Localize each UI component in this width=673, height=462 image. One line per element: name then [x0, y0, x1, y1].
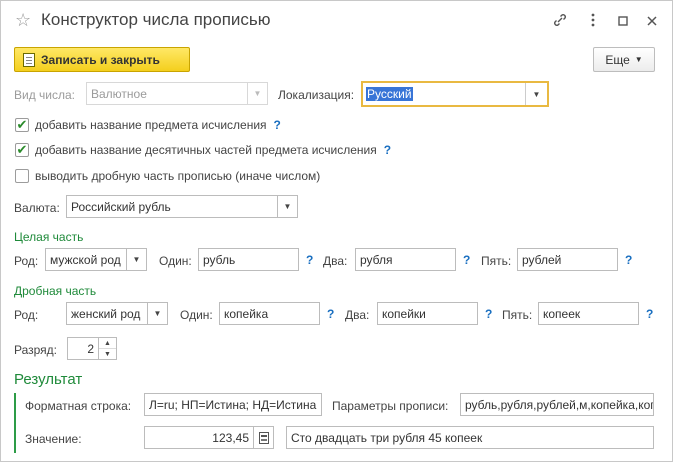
whole-gender-field[interactable]: мужской род — [45, 248, 127, 271]
value-label: Значение: — [25, 432, 82, 446]
star-icon[interactable]: ☆ — [15, 11, 31, 29]
checkbox-add-decimal-name[interactable]: ✔ — [15, 143, 29, 157]
more-label: Еще — [605, 52, 630, 67]
checkbox-add-subject-name[interactable]: ✔ — [15, 118, 29, 132]
whole-two-label: Два: — [323, 254, 348, 268]
close-icon[interactable] — [644, 13, 660, 29]
window-title: Конструктор числа прописью — [41, 10, 271, 29]
whole-part-heading: Целая часть — [14, 230, 84, 244]
chevron-down-icon: ▼ — [634, 55, 643, 64]
currency-field[interactable]: Российский рубль — [66, 195, 278, 218]
save-and-close-button[interactable]: Записать и закрыть — [14, 47, 190, 72]
more-button[interactable]: Еще ▼ — [593, 47, 655, 72]
fraction-five-label: Пять: — [502, 308, 533, 322]
calculator-icon[interactable] — [254, 426, 274, 449]
help-icon[interactable]: ? — [625, 253, 632, 267]
fraction-two-label: Два: — [345, 308, 370, 322]
digits-label: Разряд: — [14, 343, 58, 357]
localization-label: Локализация: — [278, 88, 355, 102]
whole-two-field[interactable]: рубля — [355, 248, 456, 271]
constructor-window: ☆ Конструктор числа прописью Записать и … — [0, 0, 673, 462]
fraction-two-field[interactable]: копейки — [377, 302, 478, 325]
help-icon[interactable]: ? — [306, 253, 313, 267]
stepper-up-icon[interactable]: ▲ — [99, 338, 116, 349]
whole-one-field[interactable]: рубль — [198, 248, 299, 271]
fraction-five-field[interactable]: копеек — [538, 302, 639, 325]
params-field[interactable]: рубль,рубля,рублей,м,копейка,копейки,коп… — [460, 393, 654, 416]
checkbox-fraction-in-words[interactable] — [15, 169, 29, 183]
localization-dropdown-icon[interactable]: ▼ — [525, 83, 547, 105]
fraction-part-heading: Дробная часть — [14, 284, 97, 298]
format-string-label: Форматная строка: — [25, 399, 132, 413]
fraction-gender-field[interactable]: женский род — [66, 302, 148, 325]
help-icon[interactable]: ? — [327, 307, 334, 321]
option-label: добавить название десятичных частей пред… — [35, 143, 377, 157]
fraction-one-label: Один: — [180, 308, 213, 322]
value-text-field[interactable]: Сто двадцать три рубля 45 копеек — [286, 426, 654, 449]
currency-dropdown-icon[interactable]: ▼ — [278, 195, 298, 218]
value-number-field[interactable]: 123,45 — [144, 426, 254, 449]
help-icon[interactable]: ? — [463, 253, 470, 267]
help-icon[interactable]: ? — [485, 307, 492, 321]
more-vertical-icon[interactable] — [585, 13, 601, 29]
help-icon[interactable]: ? — [384, 143, 391, 157]
title-bar: ☆ Конструктор числа прописью — [1, 1, 672, 41]
option-label: добавить название предмета исчисления — [35, 118, 267, 132]
whole-gender-label: Род: — [14, 254, 39, 268]
fraction-gender-dropdown-icon[interactable]: ▼ — [148, 302, 168, 325]
localization-field[interactable]: Русский ▼ — [361, 81, 549, 107]
help-icon[interactable]: ? — [274, 118, 281, 132]
result-heading: Результат — [14, 371, 83, 388]
number-type-field: Валютное — [86, 82, 248, 105]
option-row: выводить дробную часть прописью (иначе ч… — [15, 169, 320, 183]
format-string-field[interactable]: Л=ru; НП=Истина; НД=Истина — [144, 393, 322, 416]
fraction-gender-label: Род: — [14, 308, 39, 322]
whole-five-label: Пять: — [481, 254, 512, 268]
fraction-one-field[interactable]: копейка — [219, 302, 320, 325]
currency-label: Валюта: — [14, 201, 60, 215]
save-and-close-label: Записать и закрыть — [41, 52, 160, 67]
option-row: ✔ добавить название десятичных частей пр… — [15, 143, 391, 157]
option-row: ✔ добавить название предмета исчисления … — [15, 118, 281, 132]
digits-stepper[interactable]: ▲ ▼ — [99, 337, 117, 360]
maximize-icon[interactable] — [615, 13, 631, 29]
digits-field[interactable]: 2 — [67, 337, 99, 360]
params-label: Параметры прописи: — [332, 399, 449, 413]
help-icon[interactable]: ? — [646, 307, 653, 321]
whole-one-label: Один: — [159, 254, 192, 268]
localization-value: Русский — [366, 87, 413, 101]
whole-gender-dropdown-icon[interactable]: ▼ — [127, 248, 147, 271]
link-icon[interactable] — [552, 13, 568, 29]
number-type-label: Вид числа: — [14, 88, 76, 102]
stepper-down-icon[interactable]: ▼ — [99, 349, 116, 360]
number-type-dropdown-icon: ▼ — [248, 82, 268, 105]
result-group-bar — [14, 393, 16, 453]
option-label: выводить дробную часть прописью (иначе ч… — [35, 169, 321, 183]
save-document-icon — [23, 52, 35, 67]
whole-five-field[interactable]: рублей — [517, 248, 618, 271]
